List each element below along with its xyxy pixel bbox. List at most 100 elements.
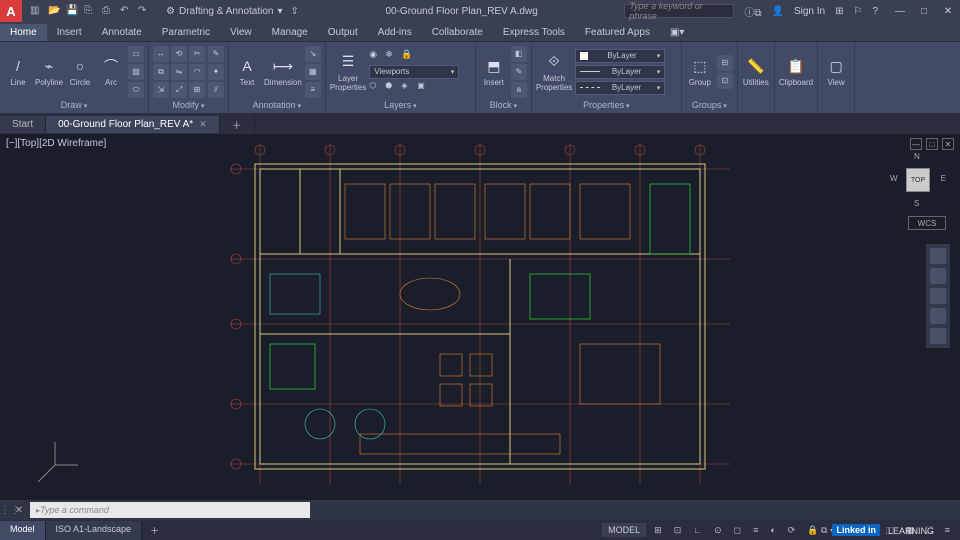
panel-title-annotation[interactable]: Annotation [233,99,321,111]
array-icon[interactable]: ⊞ [189,82,205,98]
ucs-icon[interactable] [30,440,80,490]
leader-icon[interactable]: ↘ [305,46,321,62]
qat-open-icon[interactable]: 📂 [48,5,60,17]
layout-tab[interactable]: ISO A1-Landscape [46,521,143,540]
tab-overflow-icon[interactable]: ▣▾ [660,24,694,41]
layer-freeze-icon[interactable]: ❄ [385,49,399,63]
signin-button[interactable]: Sign In [794,6,825,17]
viewcube-w[interactable]: W [890,174,898,183]
viewport-label[interactable]: [−][Top][2D Wireframe] [6,138,106,149]
explode-icon[interactable]: ✦ [208,64,224,80]
vp-min-icon[interactable]: — [910,138,922,150]
help-search-input[interactable]: Type a keyword or phrase [624,4,734,18]
stretch-icon[interactable]: ⇲ [153,82,169,98]
panel-title-groups[interactable]: Groups [686,99,733,111]
qat-redo-icon[interactable]: ↷ [138,5,150,17]
close-button[interactable]: ✕ [936,0,960,22]
share-icon[interactable]: ⇪ [291,6,299,17]
infocenter-icon[interactable]: ⓘ⧉ [744,4,761,19]
minimize-button[interactable]: — [888,0,912,22]
ungroup-icon[interactable]: ⊟ [717,55,733,71]
fillet-icon[interactable]: ◠ [189,64,205,80]
groupedit-icon[interactable]: ⊡ [717,73,733,89]
command-input[interactable]: Type a command [30,502,310,518]
tab-featuredapps[interactable]: Featured Apps [575,24,660,41]
offset-icon[interactable]: ⫽ [208,82,224,98]
close-tab-icon[interactable]: ✕ [199,119,207,130]
viewcube[interactable]: TOP N S E W [890,152,946,208]
viewcube-n[interactable]: N [914,152,920,161]
status-grid-icon[interactable]: ⊞ [650,523,666,538]
help-icon[interactable]: ⚐ [853,6,862,17]
tab-view[interactable]: View [220,24,262,41]
panel-title-modify[interactable]: Modify [153,99,224,111]
status-cycling-icon[interactable]: ⟳ [784,523,800,538]
view-button[interactable]: ▢View [822,46,850,98]
status-customize-icon[interactable]: ≡ [941,523,954,537]
nav-showmotion-icon[interactable] [930,328,946,344]
status-model-button[interactable]: MODEL [602,523,646,537]
panel-title-draw[interactable]: Draw [4,99,144,111]
panel-title-layers[interactable]: Layers [330,99,471,111]
help-dropdown-icon[interactable]: ? [872,6,878,17]
wcs-indicator[interactable]: WCS [908,216,946,230]
mirror-icon[interactable]: ⇋ [171,64,187,80]
qat-undo-icon[interactable]: ↶ [120,5,132,17]
linetype-combo[interactable]: ByLayer [575,81,665,95]
panel-title-properties[interactable]: Properties [536,99,677,111]
nav-wheel-icon[interactable] [930,248,946,264]
layerprops-button[interactable]: ☰Layer Properties [330,46,366,98]
appstore-icon[interactable]: ⊞ [835,6,843,17]
polyline-button[interactable]: ⌁Polyline [35,46,63,98]
lineweight-combo[interactable]: ByLayer [575,65,665,79]
new-tab-button[interactable]: ＋ [220,114,255,135]
rotate-icon[interactable]: ⟲ [171,46,187,62]
status-ortho-icon[interactable]: ∟ [689,523,706,537]
tab-collaborate[interactable]: Collaborate [422,24,493,41]
tab-home[interactable]: Home [0,24,47,41]
cmd-close-icon[interactable]: ✕ [12,505,26,516]
vp-max-icon[interactable]: □ [926,138,938,150]
circle-button[interactable]: ○Circle [66,46,94,98]
nav-pan-icon[interactable] [930,268,946,284]
nav-zoom-icon[interactable] [930,288,946,304]
start-tab[interactable]: Start [0,116,46,133]
create-block-icon[interactable]: ◧ [511,46,527,62]
tab-expresstools[interactable]: Express Tools [493,24,575,41]
matchprops-button[interactable]: ⟐Match Properties [536,46,572,98]
layer-b-icon[interactable]: ⬢ [385,81,399,95]
file-tab[interactable]: 00-Ground Floor Plan_REV A*✕ [46,116,220,133]
status-transparency-icon[interactable]: ◐ [766,523,779,537]
group-button[interactable]: ⬚Group [686,46,714,98]
status-osnap-icon[interactable]: ◻ [730,523,745,538]
layer-c-icon[interactable]: ◈ [401,81,415,95]
trim-icon[interactable]: ✂ [189,46,205,62]
status-lwt-icon[interactable]: ≡ [749,523,762,537]
layer-d-icon[interactable]: ▣ [417,81,431,95]
erase-icon[interactable]: ✎ [208,46,224,62]
viewcube-top[interactable]: TOP [906,168,930,192]
edit-block-icon[interactable]: ✎ [511,64,527,80]
hatch-icon[interactable]: ▨ [128,64,144,80]
workspace-switcher[interactable]: ⚙ Drafting & Annotation ▾ [166,6,283,17]
color-combo[interactable]: ByLayer [575,49,665,63]
layer-combo[interactable]: Viewports [369,65,459,79]
layer-a-icon[interactable]: ⬡ [369,81,383,95]
text-button[interactable]: AText [233,46,261,98]
qat-save-icon[interactable]: 💾 [66,5,78,17]
tab-output[interactable]: Output [318,24,368,41]
ellipse-icon[interactable]: ⬭ [128,82,144,98]
utilities-button[interactable]: 📏Utilities [742,46,770,98]
add-layout-button[interactable]: ＋ [142,521,167,540]
qat-new-icon[interactable]: ▥ [30,5,42,17]
layer-lock-icon[interactable]: 🔒 [401,49,415,63]
maximize-button[interactable]: □ [912,0,936,22]
copy-icon[interactable]: ⧉ [153,64,169,80]
mtext-icon[interactable]: ≡ [305,82,321,98]
qat-plot-icon[interactable]: ⎙ [102,5,114,17]
tab-parametric[interactable]: Parametric [152,24,220,41]
viewcube-e[interactable]: E [941,174,946,183]
arc-button[interactable]: ⌒Arc [97,46,125,98]
viewcube-s[interactable]: S [914,199,919,208]
insert-button[interactable]: ⬒Insert [480,46,508,98]
